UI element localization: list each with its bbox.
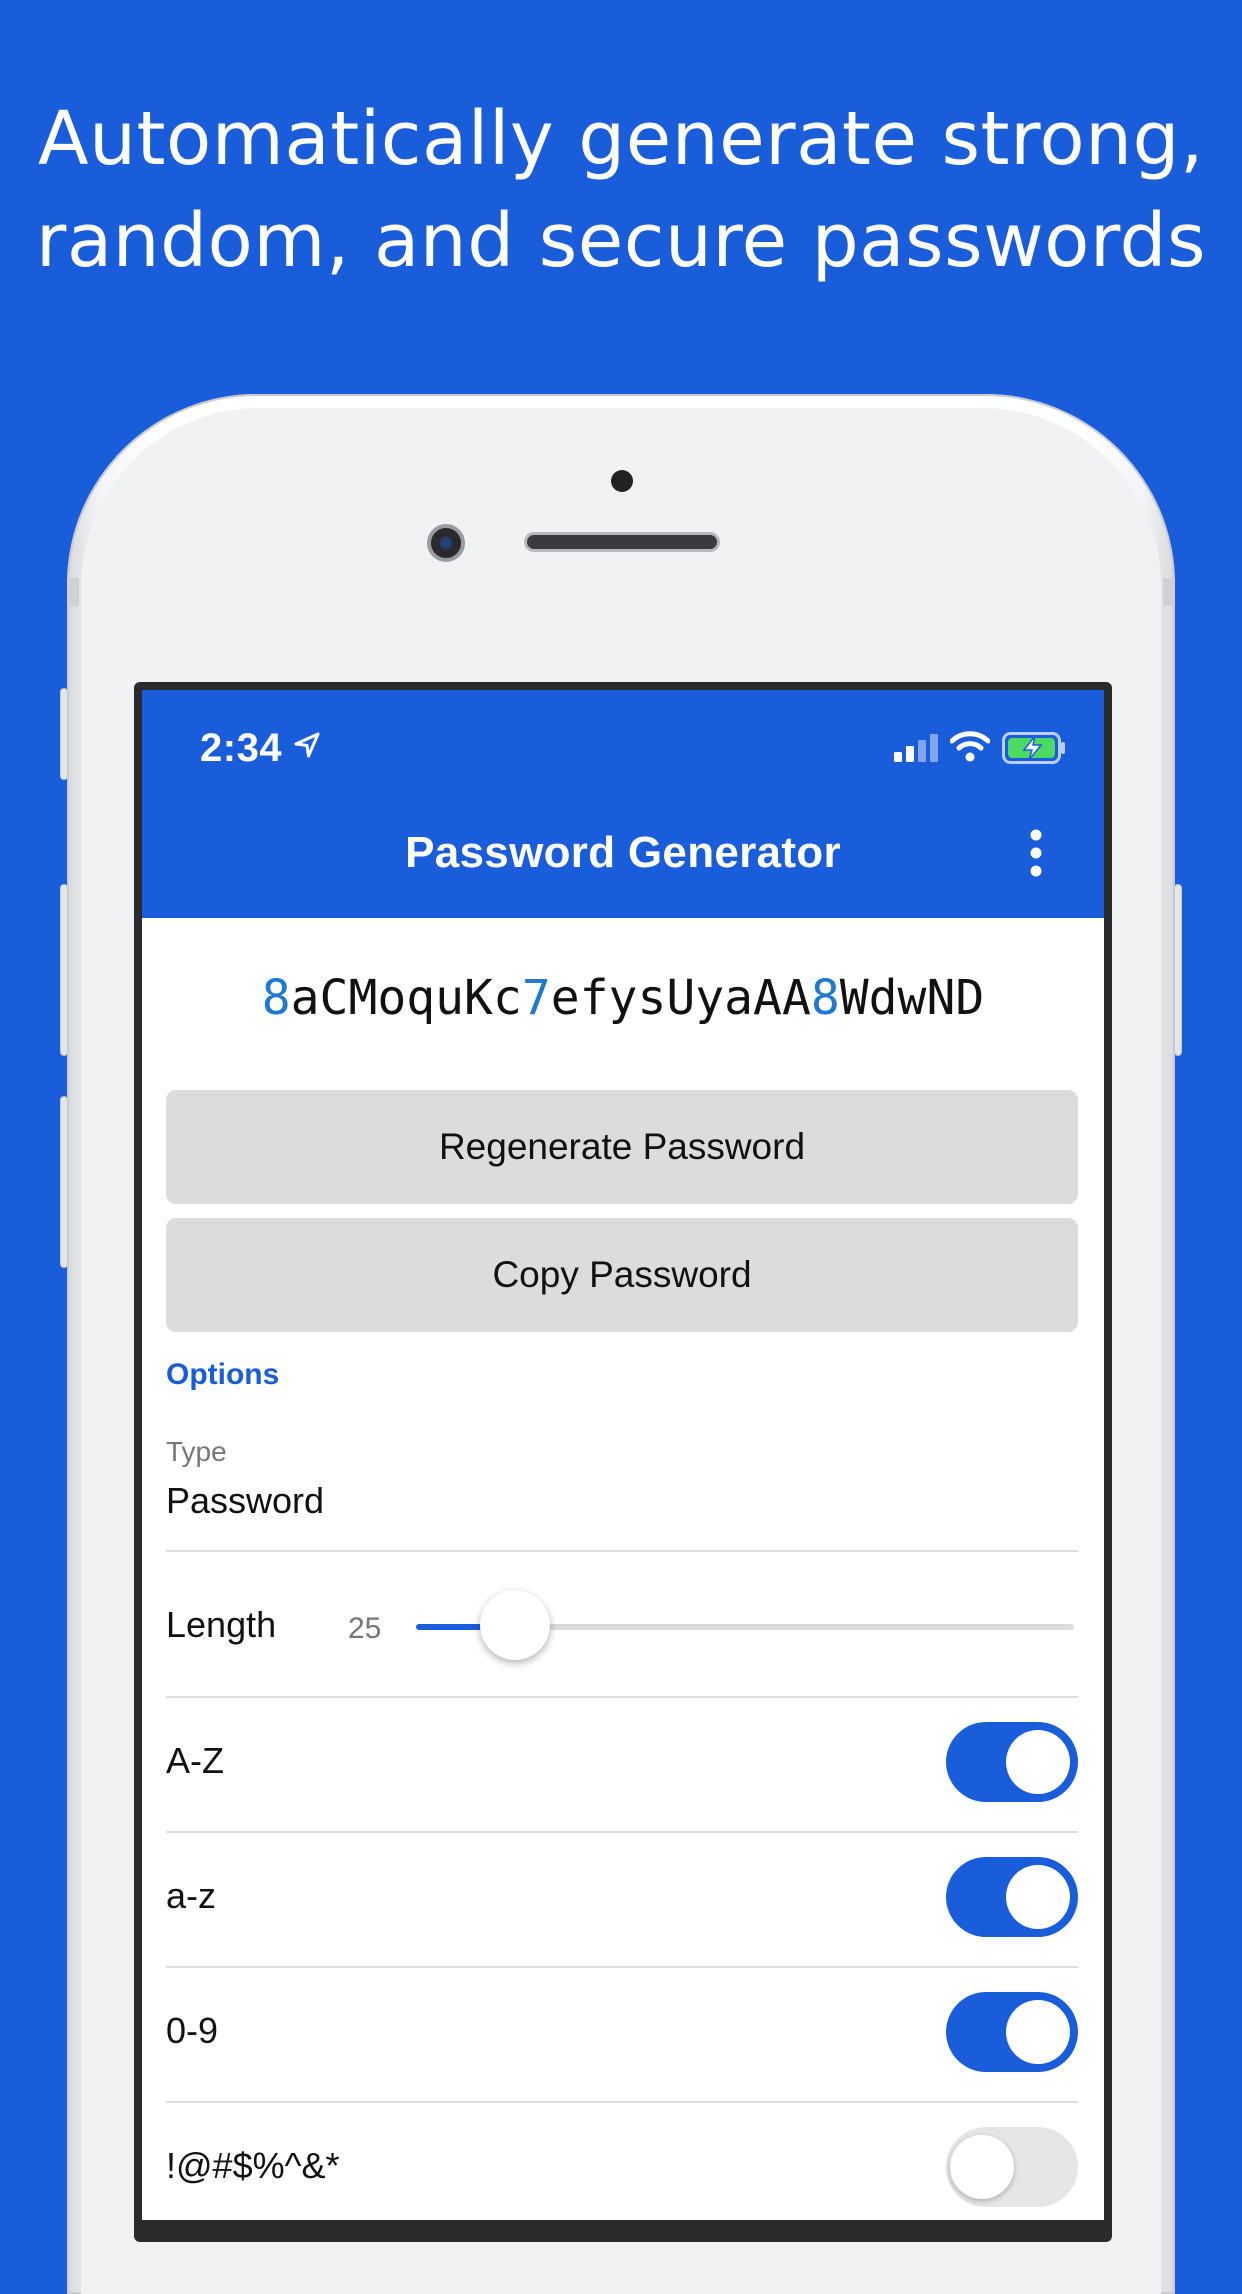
volume-down-button <box>60 1096 68 1268</box>
divider <box>166 1550 1078 1552</box>
password-digit: 8 <box>810 970 840 1026</box>
battery-charging-icon <box>1002 732 1065 764</box>
option-toggle[interactable] <box>946 1992 1078 2072</box>
toggle-knob <box>1006 2000 1070 2064</box>
password-digit: 7 <box>521 970 551 1026</box>
headline-line-2: random, and secure passwords <box>35 198 1207 284</box>
regenerate-password-button[interactable]: Regenerate Password <box>166 1090 1078 1204</box>
length-label: Length <box>166 1604 277 1645</box>
earpiece-speaker <box>524 532 720 552</box>
password-letters: WdwND <box>839 970 985 1026</box>
generated-password: 8aCMoquKc7efysUyaAA8WdwND <box>142 970 1104 1026</box>
app-screen: 2:34 Password Generator 8aCMoquKc7efysUy… <box>142 690 1104 2220</box>
divider <box>166 1696 1078 1698</box>
mute-switch <box>60 688 68 780</box>
option-label: !@#$%^&* <box>166 2145 340 2186</box>
password-letters: aCMoquKc <box>290 970 522 1026</box>
option-toggle[interactable] <box>946 1857 1078 1937</box>
status-time: 2:34 <box>200 726 283 770</box>
type-selector[interactable]: Password <box>166 1480 324 1522</box>
option-toggle[interactable] <box>946 1722 1078 1802</box>
divider <box>166 1831 1078 1833</box>
wifi-icon <box>950 731 990 762</box>
length-slider-thumb[interactable] <box>479 1590 550 1660</box>
option-toggle[interactable] <box>946 2127 1078 2207</box>
length-value: 25 <box>348 1612 382 1645</box>
marketing-headline: Automatically generate strong, random, a… <box>0 88 1242 292</box>
app-bar: 2:34 Password Generator <box>142 690 1104 918</box>
location-arrow-icon <box>294 732 320 758</box>
proximity-sensor <box>611 470 633 492</box>
option-label: 0-9 <box>166 2010 219 2051</box>
toggle-knob <box>1006 1730 1070 1794</box>
front-camera <box>427 524 465 562</box>
copy-password-button[interactable]: Copy Password <box>166 1218 1078 1332</box>
divider <box>166 2101 1078 2103</box>
antenna-band-left <box>67 578 79 606</box>
cellular-signal-icon <box>894 734 938 762</box>
type-label: Type <box>166 1436 227 1467</box>
volume-up-button <box>60 884 68 1056</box>
option-label: A-Z <box>166 1740 224 1781</box>
toggle-knob <box>950 2135 1014 2199</box>
password-letters: efysUyaAA <box>550 970 811 1026</box>
app-title: Password Generator <box>405 828 841 877</box>
toggle-knob <box>1006 1865 1070 1929</box>
headline-line-1: Automatically generate strong, <box>37 96 1205 182</box>
divider <box>166 1966 1078 1968</box>
power-button <box>1174 884 1182 1056</box>
password-digit: 8 <box>261 970 291 1026</box>
option-label: a-z <box>166 1875 217 1916</box>
options-section-header: Options <box>166 1358 280 1391</box>
antenna-band-right <box>1163 578 1175 606</box>
more-options-icon[interactable] <box>1028 828 1044 878</box>
